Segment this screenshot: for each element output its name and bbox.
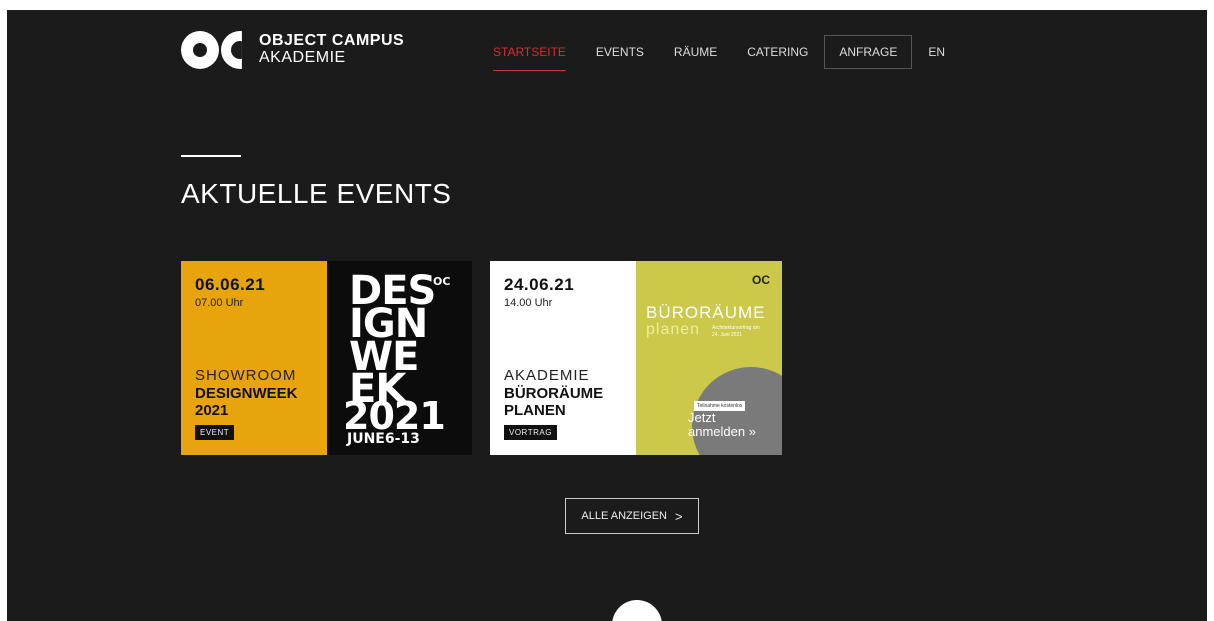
poster-title: BÜRORÄUME [646,303,766,322]
logo-mark-icon [181,29,247,71]
event-card-info: 24.06.21 14.00 Uhr AKADEMIE BÜRORÄUME PL… [490,261,636,455]
poster-dates: JUNE6-13 [347,431,420,447]
main-nav: STARTSEITE EVENTS RÄUME CATERING ANFRAGE… [493,35,945,71]
nav-catering[interactable]: CATERING [747,39,808,65]
poster-cta-line-1: Jetzt [688,410,716,425]
poster-headline: OC DES IGN WE EK [349,271,450,409]
language-switch[interactable]: EN [928,45,945,59]
brand-line-2: AKADEMIE [259,49,346,66]
event-title-bold-1: BÜRORÄUME [504,385,604,402]
event-title-bold-2: 2021 [195,402,229,419]
event-title-light: SHOWROOM [195,367,297,384]
event-tag: EVENT [195,425,235,440]
nav-events[interactable]: EVENTS [596,39,644,65]
brand-line-1: OBJECT CAMPUS [259,32,405,50]
show-all-label: ALLE ANZEIGEN [581,510,667,522]
nav-anfrage-button[interactable]: ANFRAGE [824,35,913,69]
section-rule [181,155,241,157]
chevron-right-icon: > [675,508,683,524]
event-title-bold-1: DESIGNWEEK [195,385,298,402]
poster-small-text: Architekturvortrag am 24. Juni 2021 [712,325,760,338]
poster-oc-mark: OC [752,273,770,287]
scroll-down-button[interactable] [612,600,662,621]
show-all-button[interactable]: ALLE ANZEIGEN > [565,498,699,534]
event-card-info: 06.06.21 07.00 Uhr SHOWROOM DESIGNWEEK 2… [181,261,327,455]
poster-cta-text: Jetzt anmelden » [688,411,756,438]
page-frame: OBJECT CAMPUS AKADEMIE STARTSEITE EVENTS… [7,10,1207,621]
event-date: 06.06.21 [195,275,266,294]
event-time: 07.00 Uhr [195,297,244,309]
event-card-bueroraeume[interactable]: 24.06.21 14.00 Uhr AKADEMIE BÜRORÄUME PL… [490,261,782,455]
event-card-designweek[interactable]: 06.06.21 07.00 Uhr SHOWROOM DESIGNWEEK 2… [181,261,472,455]
nav-startseite[interactable]: STARTSEITE [493,39,566,71]
event-date: 24.06.21 [504,275,575,294]
event-title-light: AKADEMIE [504,367,590,384]
nav-raeume[interactable]: RÄUME [674,39,717,65]
logo-text: OBJECT CAMPUS AKADEMIE [259,32,405,67]
poster-subtitle: planen [646,321,701,338]
section-title: AKTUELLE EVENTS [181,178,452,209]
event-title-bold-2: PLANEN [504,402,566,419]
event-tag: VORTRAG [504,425,557,440]
poster-cta-line-2: anmelden » [688,423,756,439]
poster-oc-mark: OC [433,275,451,288]
logo[interactable]: OBJECT CAMPUS AKADEMIE [181,29,404,71]
event-poster-designweek: OC DES IGN WE EK 2021 JUNE6-13 [327,261,472,455]
event-poster-bueroraeume: OC BÜRORÄUME planen Architekturvortrag a… [636,261,782,455]
event-time: 14.00 Uhr [504,297,553,309]
